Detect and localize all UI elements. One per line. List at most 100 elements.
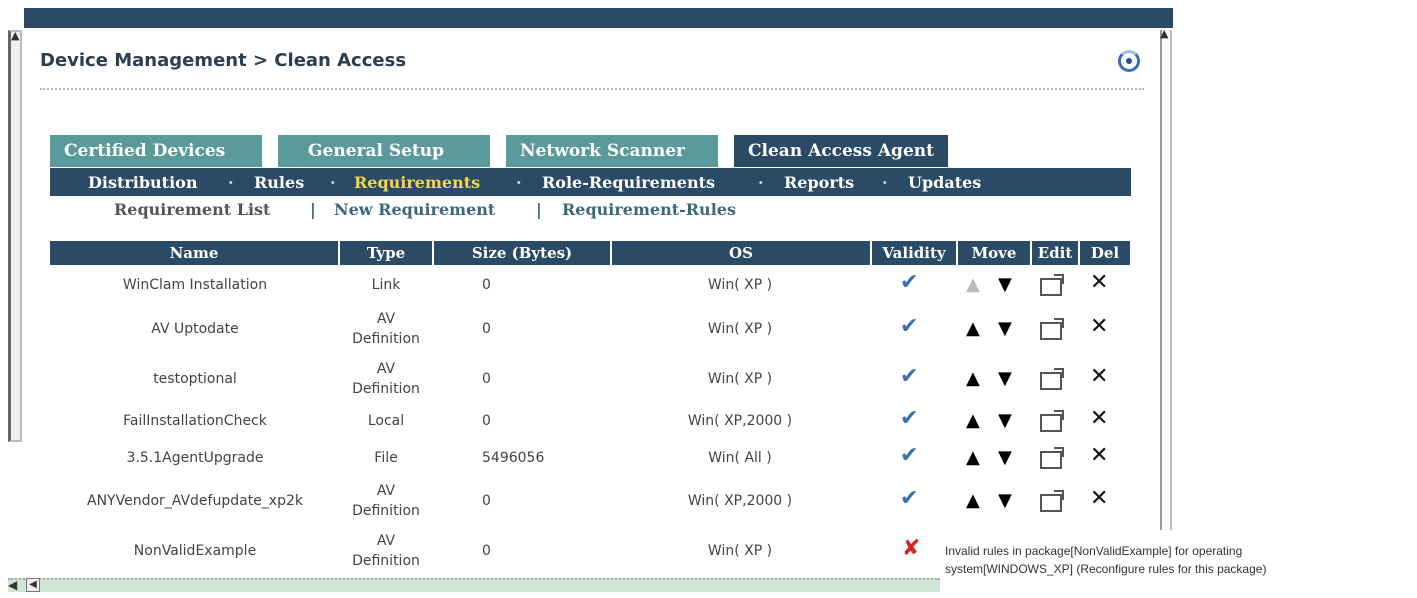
invalid-tooltip-line: system[WINDOWS_XP] (Reconfigure rules fo…	[945, 562, 1267, 576]
delete-icon[interactable]: ✕	[1090, 270, 1108, 295]
column-header-os: OS	[612, 241, 870, 265]
subnav-separator: ·	[758, 173, 764, 192]
move-down-icon[interactable]: ▼	[998, 490, 1012, 511]
scroll-up-arrow-icon[interactable]: ▲	[11, 30, 19, 42]
delete-icon[interactable]: ✕	[1090, 314, 1108, 339]
subnav: Distribution · Rules · Requirements · Ro…	[50, 168, 1131, 196]
subnav-rules[interactable]: Rules	[254, 173, 304, 192]
requirement-rules-link[interactable]: Requirement-Rules	[562, 200, 736, 219]
row-size: 0	[482, 413, 491, 429]
invalid-cross-icon[interactable]: ✘	[902, 536, 920, 561]
edit-icon[interactable]	[1040, 318, 1064, 340]
requirement-list-link[interactable]: Requirement List	[114, 200, 270, 219]
row-size: 5496056	[482, 450, 545, 466]
row-type: AV	[376, 361, 396, 377]
row-name: AV Uptodate	[151, 321, 239, 337]
refresh-icon[interactable]	[1118, 50, 1140, 72]
row-name: testoptional	[153, 371, 237, 387]
tab-general-setup[interactable]: General Setup	[278, 135, 490, 167]
move-down-icon[interactable]: ▼	[998, 447, 1012, 468]
valid-check-icon: ✔	[900, 270, 919, 295]
column-header-move: Move	[958, 241, 1030, 265]
subnav-requirements[interactable]: Requirements	[354, 173, 480, 192]
top-banner	[24, 8, 1173, 28]
delete-icon[interactable]: ✕	[1090, 486, 1108, 511]
row-type: Definition	[352, 381, 420, 397]
subnav-separator: ·	[330, 173, 336, 192]
row-name: 3.5.1AgentUpgrade	[126, 450, 264, 466]
valid-check-icon: ✔	[900, 443, 919, 468]
valid-check-icon: ✔	[900, 364, 919, 389]
invalid-tooltip: Invalid rules in package[NonValidExample…	[945, 542, 1266, 578]
row-type: Link	[371, 277, 401, 293]
move-up-icon[interactable]: ▲	[966, 490, 980, 511]
column-header-del: Del	[1080, 241, 1130, 265]
subnav-updates[interactable]: Updates	[908, 173, 981, 192]
delete-icon[interactable]: ✕	[1090, 443, 1108, 468]
row-type: Definition	[352, 331, 420, 347]
new-requirement-link[interactable]: New Requirement	[334, 200, 495, 219]
tab-network-scanner[interactable]: Network Scanner	[506, 135, 718, 167]
row-size: 0	[482, 321, 491, 337]
move-down-icon[interactable]: ▼	[998, 368, 1012, 389]
row-os: Win( XP )	[707, 543, 773, 559]
move-down-icon[interactable]: ▼	[998, 318, 1012, 339]
move-up-icon: ▲	[966, 274, 980, 295]
column-header-size: Size (Bytes)	[434, 241, 610, 265]
edit-icon[interactable]	[1040, 274, 1064, 296]
tab-clean-access-agent[interactable]: Clean Access Agent	[734, 135, 948, 167]
delete-icon[interactable]: ✕	[1090, 364, 1108, 389]
row-type: Definition	[352, 553, 420, 569]
reqnav-separator: |	[536, 200, 542, 219]
right-scrollbar[interactable]: ▲	[1160, 28, 1172, 530]
left-scrollbar[interactable]: ▲	[8, 30, 22, 442]
reqnav-separator: |	[310, 200, 316, 219]
move-up-icon[interactable]: ▲	[966, 318, 980, 339]
row-os: Win( XP,2000 )	[687, 493, 793, 509]
move-up-icon[interactable]: ▲	[966, 447, 980, 468]
tab-certified-devices[interactable]: Certified Devices	[50, 135, 262, 167]
row-type: File	[374, 450, 398, 466]
valid-check-icon: ✔	[900, 314, 919, 339]
row-type: Definition	[352, 503, 420, 519]
subnav-distribution[interactable]: Distribution	[88, 173, 197, 192]
row-os: Win( XP )	[707, 371, 773, 387]
move-up-icon[interactable]: ▲	[966, 368, 980, 389]
column-header-name: Name	[50, 241, 338, 265]
row-os: Win( XP )	[707, 321, 773, 337]
row-type: AV	[376, 533, 396, 549]
row-name: NonValidExample	[133, 543, 257, 559]
invalid-tooltip-line: Invalid rules in package[NonValidExample…	[945, 544, 1243, 558]
row-size: 0	[482, 371, 491, 387]
valid-check-icon: ✔	[900, 406, 919, 431]
edit-icon[interactable]	[1040, 368, 1064, 390]
subnav-role-requirements[interactable]: Role-Requirements	[542, 173, 715, 192]
row-os: Win( XP,2000 )	[687, 413, 793, 429]
subnav-reports[interactable]: Reports	[784, 173, 854, 192]
valid-check-icon: ✔	[900, 486, 919, 511]
column-header-type: Type	[340, 241, 432, 265]
subnav-separator: ·	[882, 173, 888, 192]
row-type: Local	[367, 413, 405, 429]
row-type: AV	[376, 483, 396, 499]
row-os: Win( All )	[708, 450, 772, 466]
row-name: FailInstallationCheck	[123, 413, 267, 429]
scroll-up-arrow-icon[interactable]: ▲	[1160, 28, 1168, 40]
row-type: AV	[376, 311, 396, 327]
scroll-left-arrow-icon[interactable]: ◀	[8, 578, 17, 592]
edit-icon[interactable]	[1040, 410, 1064, 432]
breadcrumb: Device Management > Clean Access	[40, 50, 407, 71]
move-down-icon[interactable]: ▼	[998, 410, 1012, 431]
move-down-icon[interactable]: ▼	[998, 274, 1012, 295]
edit-icon[interactable]	[1040, 490, 1064, 512]
row-size: 0	[482, 493, 491, 509]
row-name: WinClam Installation	[122, 277, 268, 293]
move-up-icon[interactable]: ▲	[966, 410, 980, 431]
divider	[40, 88, 1144, 90]
edit-icon[interactable]	[1040, 447, 1064, 469]
scroll-left-button-icon[interactable]: ◀	[26, 578, 40, 592]
delete-icon[interactable]: ✕	[1090, 406, 1108, 431]
horizontal-scrollbar[interactable]: ◀ ◀	[8, 578, 940, 592]
column-header-edit: Edit	[1032, 241, 1078, 265]
subnav-separator: ·	[228, 173, 234, 192]
